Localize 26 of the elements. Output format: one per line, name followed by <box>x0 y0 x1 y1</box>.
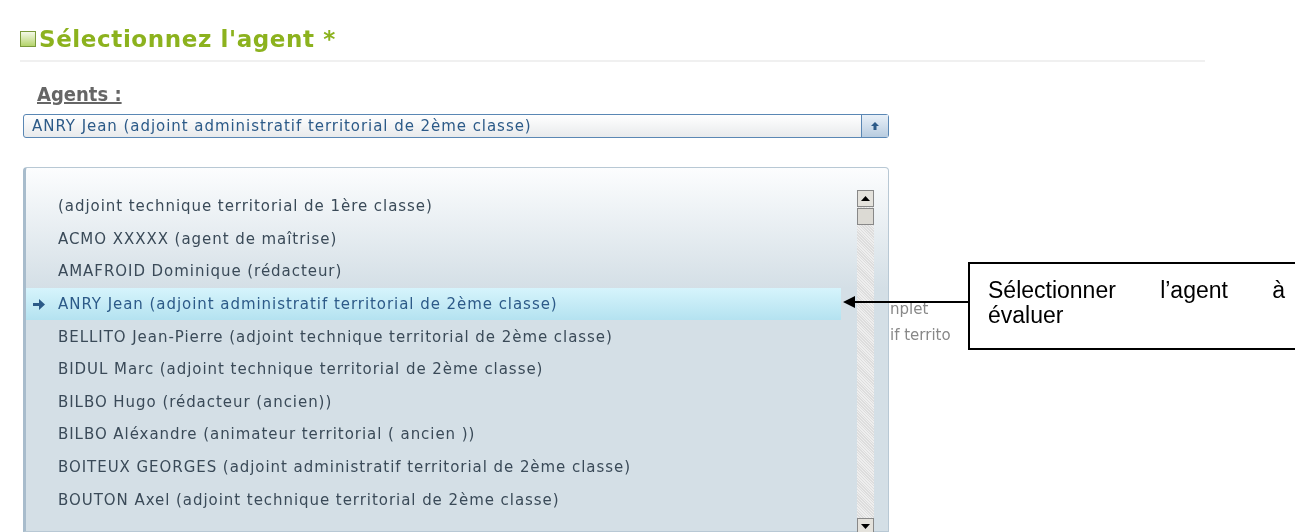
dropdown-option[interactable]: ANRY Jean (adjoint administratif territorial de 2ème classe) <box>26 287 841 321</box>
dropdown-option[interactable]: ACMO XXXXX (agent de maîtrise) <box>26 222 841 256</box>
up-arrow-icon <box>870 121 880 131</box>
section-title: Sélectionnez l'agent * <box>39 26 336 52</box>
section-icon <box>20 31 36 47</box>
scroll-down-button[interactable] <box>857 518 874 532</box>
dropdown-option[interactable]: BELLITO Jean-Pierre (adjoint technique territorial de 2ème classe) <box>26 320 841 353</box>
dropdown-option[interactable]: BILBO Hugo (rédacteur (ancien)) <box>26 385 841 419</box>
down-triangle-icon <box>861 524 870 529</box>
dropdown-option[interactable]: BOITEUX GEORGES (adjoint administratif territorial de 2ème classe) <box>26 450 841 484</box>
field-label: Agents : <box>37 82 122 106</box>
dropdown-option[interactable]: BIDUL Marc (adjoint technique territorial de 2ème classe) <box>26 352 841 386</box>
up-triangle-icon <box>861 196 870 201</box>
pointer-arrow-icon <box>33 298 45 310</box>
dropdown-option[interactable]: AMAFROID Dominique (rédacteur) <box>26 255 841 288</box>
dropdown-option[interactable]: (adjoint technique territorial de 1ère classe) <box>26 190 841 223</box>
background-text: nplet <box>890 300 929 318</box>
callout-text: Sélectionner l’agent à évaluer <box>988 278 1285 328</box>
dropdown-option[interactable]: BILBO Aléxandre (animateur territorial ( ancien )) <box>26 418 841 451</box>
dropdown-option[interactable]: BOUTON Axel (adjoint technique territorial de 2ème classe) <box>26 483 841 516</box>
scroll-thumb[interactable] <box>857 208 874 225</box>
scrollbar[interactable] <box>857 190 874 532</box>
scroll-up-button[interactable] <box>857 190 874 207</box>
collapse-button[interactable] <box>861 115 888 137</box>
background-text: if territo <box>890 326 951 344</box>
agent-select[interactable]: ANRY Jean (adjoint administratif territorial de 2ème classe) <box>23 114 889 138</box>
